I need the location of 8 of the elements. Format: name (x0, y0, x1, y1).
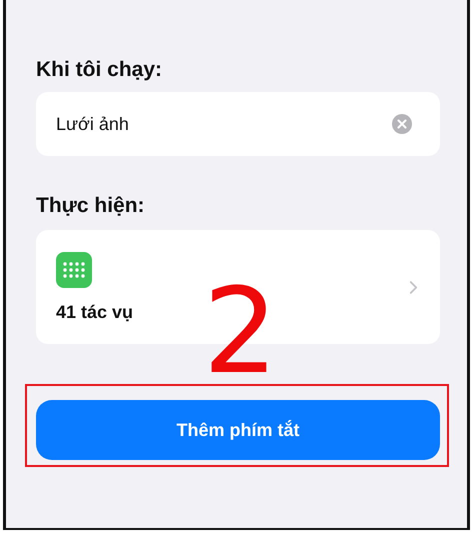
action-summary: 41 tác vụ (56, 302, 134, 322)
add-shortcut-button[interactable]: Thêm phím tắt (36, 400, 440, 460)
section-heading: Thực hiện: (36, 194, 146, 218)
clear-icon[interactable] (392, 114, 412, 134)
section-heading: Khi tôi chạy: (36, 57, 164, 82)
chevron-icon (409, 280, 418, 294)
input-field[interactable]: Lưới ảnh (36, 92, 440, 156)
grid-icon (56, 252, 92, 288)
